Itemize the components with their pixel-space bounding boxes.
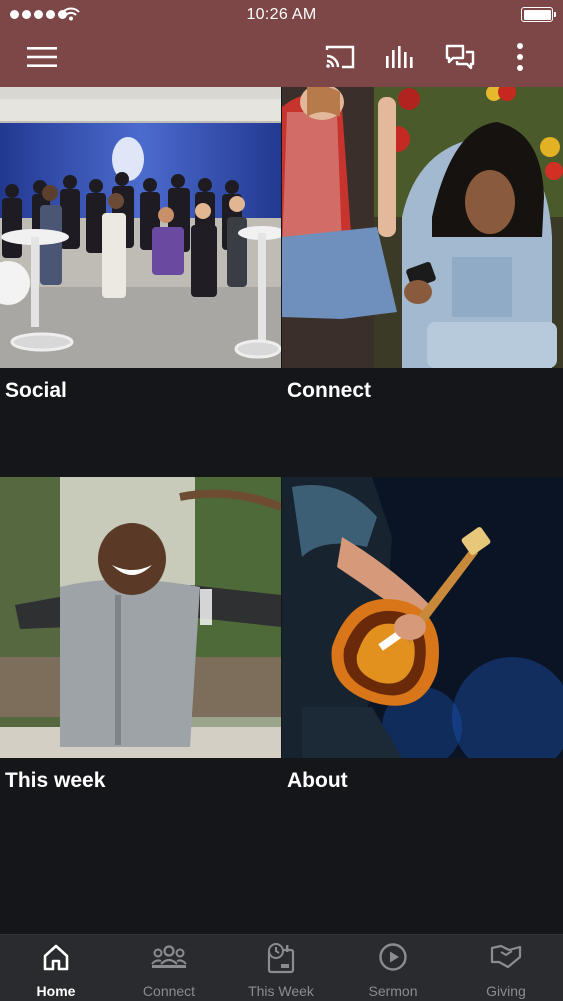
more-options-button[interactable] [503, 40, 537, 74]
social-photo [0, 87, 281, 368]
tile-about-title: About [287, 769, 348, 792]
more-vertical-icon [517, 43, 523, 71]
tile-social[interactable]: Social [0, 87, 281, 476]
tile-connect-title: Connect [287, 379, 371, 402]
nav-giving-label: Giving [486, 983, 526, 999]
tile-connect[interactable]: Connect [282, 87, 563, 476]
tile-grid: Social Connect This week About [0, 87, 563, 934]
battery-icon [521, 7, 556, 22]
nav-home-label: Home [36, 983, 76, 999]
nav-giving[interactable]: Giving [450, 935, 562, 1001]
this-week-photo [0, 477, 281, 758]
audio-button[interactable] [383, 40, 417, 74]
audio-bars-icon [386, 46, 413, 68]
chat-button[interactable] [443, 40, 477, 74]
play-circle-icon [379, 943, 407, 971]
tile-about[interactable]: About [282, 477, 563, 866]
tile-social-title: Social [5, 379, 67, 402]
calendar-clock-icon [267, 943, 295, 974]
home-icon [43, 944, 69, 971]
nav-sermon-label: Sermon [368, 983, 418, 999]
nav-connect-label: Connect [142, 983, 196, 999]
app-header: 10:26 AM [0, 0, 563, 87]
bottom-navigation: Home Connect This Week Sermon Giving [0, 934, 563, 1001]
nav-home[interactable]: Home [0, 935, 112, 1001]
nav-this-week-label: This Week [248, 983, 314, 999]
nav-connect[interactable]: Connect [113, 935, 225, 1001]
tile-this-week[interactable]: This week [0, 477, 281, 866]
status-time: 10:26 AM [246, 6, 317, 23]
chat-icon [445, 44, 475, 70]
menu-icon [27, 47, 57, 67]
about-photo [282, 477, 563, 758]
cast-button[interactable] [323, 40, 357, 74]
status-bar: 10:26 AM [0, 0, 563, 30]
heart-hand-icon [490, 944, 522, 969]
tile-this-week-title: This week [5, 769, 106, 792]
cast-icon [325, 45, 355, 69]
nav-this-week[interactable]: This Week [225, 935, 337, 1001]
menu-button[interactable] [25, 40, 59, 74]
connect-photo [282, 87, 563, 368]
group-icon [151, 945, 187, 968]
nav-sermon[interactable]: Sermon [337, 935, 449, 1001]
